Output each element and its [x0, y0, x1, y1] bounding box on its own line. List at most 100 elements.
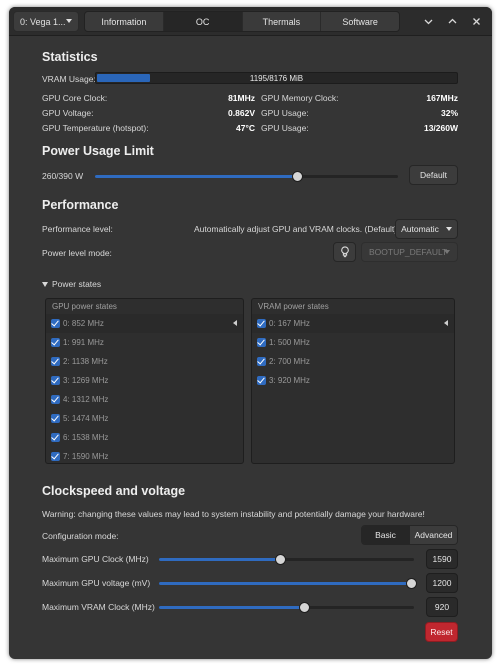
vram-power-states-header: VRAM power states: [258, 302, 329, 311]
gpu-state-item[interactable]: 3: 1269 MHz: [46, 371, 243, 390]
max-vram-clock-slider[interactable]: [159, 602, 414, 613]
gpu-memory-clock-label: GPU Memory Clock:: [261, 93, 339, 103]
vram-state-label: 2: 700 MHz: [269, 357, 310, 366]
checkbox-checked-icon[interactable]: [51, 376, 60, 385]
checkbox-checked-icon[interactable]: [257, 376, 266, 385]
checkbox-checked-icon[interactable]: [257, 319, 266, 328]
checkbox-checked-icon[interactable]: [51, 433, 60, 442]
advanced-mode-button[interactable]: Advanced: [410, 526, 457, 544]
gpu-voltage-value: 0.862V: [228, 108, 255, 118]
max-gpu-clock-field[interactable]: 1590: [426, 549, 458, 569]
vram-state-item[interactable]: 2: 700 MHz: [252, 352, 454, 371]
vram-usage-label: VRAM Usage:: [42, 74, 96, 84]
gpu-power-usage-value: 13/260W: [423, 123, 458, 133]
gpu-memory-clock-value: 167MHz: [426, 93, 458, 103]
gpu-state-item[interactable]: 4: 1312 MHz: [46, 390, 243, 409]
tab-software[interactable]: Software: [321, 12, 399, 31]
power-limit-value: 260/390 W: [42, 171, 84, 181]
gpu-state-item[interactable]: 5: 1474 MHz: [46, 409, 243, 428]
vram-state-item[interactable]: 0: 167 MHz: [252, 314, 454, 333]
clockspeed-title: Clockspeed and voltage: [42, 484, 186, 498]
checkbox-checked-icon[interactable]: [51, 395, 60, 404]
power-states-label: Power states: [52, 279, 102, 289]
active-state-arrow-icon: [233, 320, 237, 326]
vram-state-label: 1: 500 MHz: [269, 338, 310, 347]
vram-state-item[interactable]: 3: 920 MHz: [252, 371, 454, 390]
clockspeed-warning: Warning: changing these values may lead …: [42, 509, 425, 519]
maximize-chevron-up-icon[interactable]: [446, 15, 459, 28]
checkbox-checked-icon[interactable]: [51, 452, 60, 461]
checkbox-checked-icon[interactable]: [257, 338, 266, 347]
max-gpu-voltage-slider-handle[interactable]: [406, 578, 418, 589]
lightbulb-icon: [340, 246, 349, 258]
gpu-voltage-label: GPU Voltage:: [42, 108, 94, 118]
gpu-state-label: 0: 852 MHz: [63, 319, 104, 328]
max-gpu-clock-slider[interactable]: [159, 554, 414, 565]
max-gpu-clock-slider-handle[interactable]: [275, 554, 287, 565]
gpu-power-usage-label: GPU Usage:: [261, 123, 309, 133]
gpu-state-item[interactable]: 0: 852 MHz: [46, 314, 243, 333]
gpu-core-clock-label: GPU Core Clock:: [42, 93, 108, 103]
close-icon[interactable]: [470, 15, 483, 28]
power-limit-slider-handle[interactable]: [292, 171, 304, 182]
max-vram-clock-slider-handle[interactable]: [298, 602, 310, 613]
vram-usage-value: 1195/8176 MiB: [249, 73, 304, 83]
headerbar: 0: Vega 1... Information OC Thermals Sof…: [9, 7, 492, 36]
gpu-core-clock-value: 81MHz: [228, 93, 255, 103]
performance-level-dropdown[interactable]: Automatic: [395, 219, 458, 239]
chevron-down-icon: [444, 250, 450, 254]
power-limit-slider-fill: [95, 175, 298, 178]
vram-usage-bar: 1195/8176 MiB: [95, 72, 458, 84]
checkbox-checked-icon[interactable]: [51, 357, 60, 366]
oc-page: Statistics VRAM Usage: 1195/8176 MiB GPU…: [9, 37, 492, 659]
chevron-down-icon: [445, 227, 452, 231]
expander-arrow-icon: [42, 281, 48, 287]
configuration-mode-switch: Basic Advanced: [361, 525, 458, 545]
checkbox-checked-icon[interactable]: [51, 338, 60, 347]
gpu-state-label: 7: 1590 MHz: [63, 452, 109, 461]
max-vram-clock-field[interactable]: 920: [426, 597, 458, 617]
tab-thermals[interactable]: Thermals: [242, 12, 322, 31]
vram-state-label: 0: 167 MHz: [269, 319, 310, 328]
gpu-state-item[interactable]: 1: 991 MHz: [46, 333, 243, 352]
vram-power-states-panel: VRAM power states 0: 167 MHz 1: 500 MHz 2:…: [251, 298, 455, 464]
tab-oc[interactable]: OC: [163, 12, 243, 31]
reset-button[interactable]: Reset: [425, 622, 458, 642]
power-level-mode-dropdown[interactable]: BOOTUP_DEFAULT: [361, 242, 458, 262]
gpu-select-dropdown[interactable]: 0: Vega 1...: [13, 11, 79, 32]
power-limit-slider[interactable]: [95, 171, 398, 182]
power-states-expander[interactable]: Power states: [42, 279, 101, 289]
gpu-state-label: 3: 1269 MHz: [63, 376, 109, 385]
lightbulb-button[interactable]: [333, 242, 356, 262]
gpu-state-label: 2: 1138 MHz: [63, 357, 108, 366]
minimize-chevron-down-icon[interactable]: [422, 15, 435, 28]
gpu-state-label: 1: 991 MHz: [63, 338, 104, 347]
checkbox-checked-icon[interactable]: [51, 414, 60, 423]
max-gpu-voltage-slider-fill: [159, 582, 412, 585]
max-gpu-clock-label: Maximum GPU Clock (MHz): [42, 554, 149, 564]
configuration-mode-label: Configuration mode:: [42, 531, 119, 541]
max-gpu-clock-slider-fill: [159, 558, 281, 561]
performance-level-label: Performance level:: [42, 224, 113, 234]
gpu-power-states-header: GPU power states: [52, 302, 117, 311]
basic-mode-button[interactable]: Basic: [362, 526, 410, 544]
vram-state-label: 3: 920 MHz: [269, 376, 310, 385]
gpu-state-item[interactable]: 2: 1138 MHz: [46, 352, 243, 371]
gpu-state-label: 4: 1312 MHz: [63, 395, 109, 404]
tab-information[interactable]: Information: [85, 12, 164, 31]
default-button[interactable]: Default: [409, 165, 458, 185]
gpu-state-item[interactable]: 6: 1538 MHz: [46, 428, 243, 447]
max-gpu-voltage-slider[interactable]: [159, 578, 418, 589]
max-gpu-voltage-label: Maximum GPU voltage (mV): [42, 578, 151, 588]
max-vram-clock-slider-fill: [159, 606, 304, 609]
checkbox-checked-icon[interactable]: [257, 357, 266, 366]
max-gpu-voltage-field[interactable]: 1200: [426, 573, 458, 593]
performance-level-description: Automatically adjust GPU and VRAM clocks…: [194, 224, 398, 234]
gpu-state-item[interactable]: 7: 1590 MHz: [46, 447, 243, 466]
performance-title: Performance: [42, 198, 119, 212]
gpu-state-label: 6: 1538 MHz: [63, 433, 109, 442]
power-limit-title: Power Usage Limit: [42, 144, 154, 158]
vram-state-item[interactable]: 1: 500 MHz: [252, 333, 454, 352]
tab-bar: Information OC Thermals Software: [84, 11, 400, 32]
checkbox-checked-icon[interactable]: [51, 319, 60, 328]
